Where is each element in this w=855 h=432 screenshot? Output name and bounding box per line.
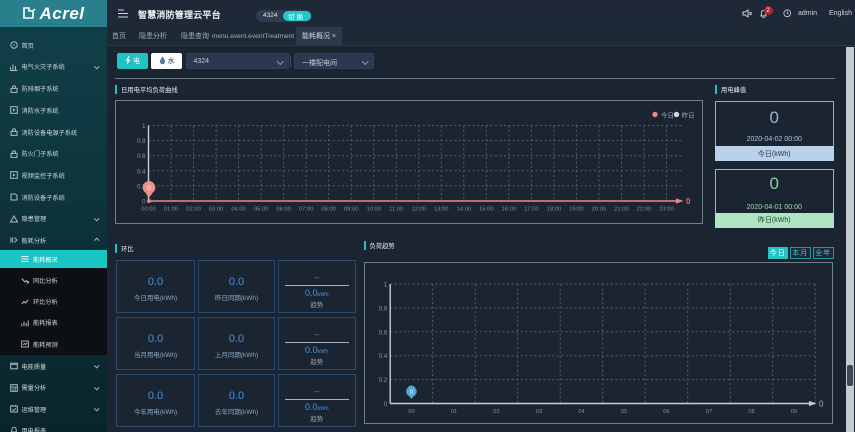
- svg-text:20:00: 20:00: [591, 206, 606, 212]
- svg-text:0.2: 0.2: [378, 378, 387, 384]
- svg-text:04: 04: [578, 409, 585, 415]
- svg-text:0: 0: [147, 185, 151, 192]
- svg-text:17:00: 17:00: [524, 206, 539, 212]
- svg-text:19:00: 19:00: [569, 206, 584, 212]
- svg-text:18:00: 18:00: [546, 206, 561, 212]
- svg-text:0.8: 0.8: [378, 306, 387, 312]
- svg-text:0.8: 0.8: [137, 139, 146, 145]
- svg-text:0: 0: [819, 400, 824, 409]
- svg-text:00: 00: [408, 409, 414, 415]
- svg-text:1: 1: [383, 283, 387, 289]
- svg-text:15:00: 15:00: [479, 206, 494, 212]
- svg-text:02: 02: [493, 409, 499, 415]
- svg-text:0: 0: [686, 197, 691, 206]
- svg-text:07: 07: [705, 409, 711, 415]
- svg-text:16:00: 16:00: [501, 206, 516, 212]
- svg-text:06:00: 06:00: [276, 206, 291, 212]
- svg-text:0.6: 0.6: [137, 154, 146, 160]
- svg-text:06: 06: [663, 409, 669, 415]
- svg-text:01:00: 01:00: [163, 206, 178, 212]
- svg-text:11:00: 11:00: [389, 206, 403, 212]
- svg-text:昨日: 昨日: [681, 110, 694, 119]
- svg-text:05: 05: [620, 409, 626, 415]
- svg-text:0.4: 0.4: [137, 169, 146, 175]
- svg-text:0: 0: [142, 199, 146, 205]
- svg-text:0: 0: [383, 402, 387, 408]
- svg-text:0.4: 0.4: [378, 354, 387, 360]
- svg-text:03:00: 03:00: [208, 206, 223, 212]
- svg-text:23:00: 23:00: [659, 206, 674, 212]
- svg-text:21:00: 21:00: [614, 206, 629, 212]
- svg-text:0: 0: [409, 389, 413, 396]
- svg-text:02:00: 02:00: [186, 206, 201, 212]
- svg-text:09: 09: [790, 409, 796, 415]
- svg-text:10:00: 10:00: [366, 206, 381, 212]
- svg-text:今日: 今日: [661, 110, 674, 119]
- svg-text:00:00: 00:00: [141, 206, 156, 212]
- svg-text:09:00: 09:00: [343, 206, 358, 212]
- svg-text:22:00: 22:00: [636, 206, 651, 212]
- svg-text:14:00: 14:00: [456, 206, 471, 212]
- svg-text:08:00: 08:00: [321, 206, 336, 212]
- svg-text:07:00: 07:00: [298, 206, 313, 212]
- svg-text:05:00: 05:00: [253, 206, 268, 212]
- svg-text:13:00: 13:00: [434, 206, 449, 212]
- svg-text:04:00: 04:00: [231, 206, 246, 212]
- svg-text:12:00: 12:00: [411, 206, 426, 212]
- svg-text:1: 1: [142, 124, 146, 130]
- svg-text:03: 03: [535, 409, 541, 415]
- svg-text:0.6: 0.6: [378, 330, 387, 336]
- svg-text:08: 08: [748, 409, 754, 415]
- svg-text:01: 01: [450, 409, 456, 415]
